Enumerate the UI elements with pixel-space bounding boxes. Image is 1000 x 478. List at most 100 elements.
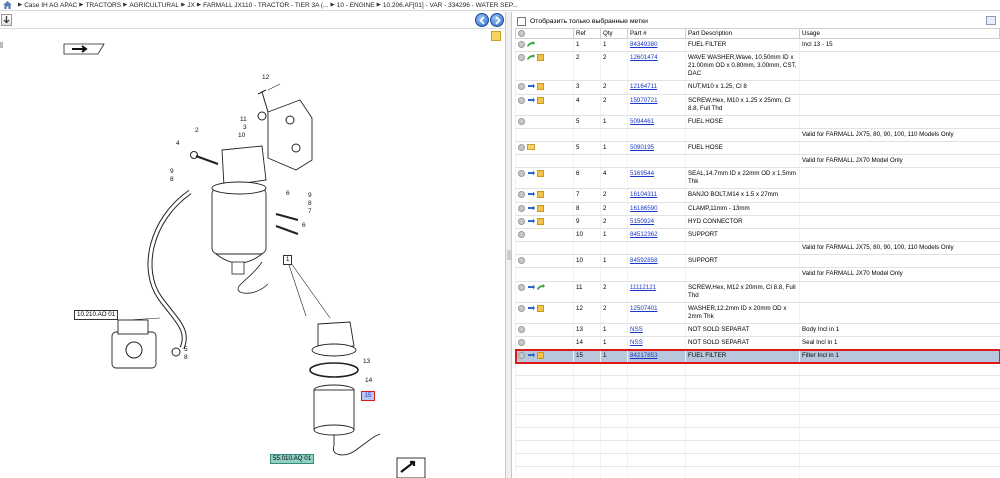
diagram-label[interactable]: 4 bbox=[176, 140, 180, 147]
info-icon[interactable] bbox=[518, 283, 525, 291]
table-row[interactable]: 1 1 84349380 FUEL FILTER Incl 13 - 15 bbox=[515, 38, 1000, 53]
table-row[interactable]: 5 1 5094461 FUEL HOSE bbox=[515, 115, 1000, 129]
home-icon[interactable] bbox=[3, 1, 12, 9]
info-icon[interactable] bbox=[518, 338, 525, 346]
arrow-blue-icon[interactable] bbox=[527, 83, 535, 90]
next-diagram-button[interactable] bbox=[490, 13, 504, 27]
table-row[interactable]: 2 2 12601474 WAVE WASHER,Wave, 10.50mm ID x… bbox=[515, 51, 1000, 82]
table-row[interactable]: 10 1 84592858 SUPPORT bbox=[515, 254, 1000, 269]
breadcrumb-item[interactable]: AGRICULTURAL bbox=[129, 2, 179, 9]
arrow-green-icon[interactable] bbox=[527, 41, 535, 48]
folder-icon[interactable] bbox=[527, 144, 535, 151]
info-icon[interactable] bbox=[518, 83, 525, 91]
arrow-blue-icon[interactable] bbox=[527, 218, 535, 225]
diagram-label[interactable]: 8 bbox=[170, 176, 174, 183]
table-row[interactable]: 15 1 84217853 FUEL FILTER Filter Incl in 1 bbox=[514, 348, 1000, 364]
info-icon[interactable] bbox=[518, 352, 525, 360]
part-number-link[interactable]: 5150924 bbox=[630, 218, 654, 225]
package-icon[interactable] bbox=[537, 304, 544, 312]
diagram-label[interactable]: 2 bbox=[195, 127, 199, 134]
selected-callout-15[interactable]: 15 bbox=[361, 391, 375, 401]
column-header-usage[interactable]: Usage bbox=[799, 28, 1000, 39]
info-icon[interactable] bbox=[518, 143, 525, 151]
arrow-blue-icon[interactable] bbox=[527, 284, 535, 291]
diagram-label[interactable]: 7 bbox=[308, 208, 312, 215]
arrow-blue-icon[interactable] bbox=[527, 305, 535, 312]
info-icon[interactable] bbox=[518, 217, 525, 225]
collapse-arrow-icon[interactable] bbox=[507, 250, 511, 260]
column-header-part[interactable]: Part # bbox=[627, 28, 686, 39]
arrow-blue-icon[interactable] bbox=[527, 97, 535, 104]
info-icon[interactable] bbox=[518, 117, 525, 125]
table-row[interactable]: 6 4 5169544 SEAL,14.7mm ID x 22mm OD x 1.5m… bbox=[515, 167, 1000, 190]
part-number-link[interactable]: 16104311 bbox=[630, 191, 657, 198]
info-icon[interactable] bbox=[518, 170, 525, 178]
table-row[interactable]: 13 1 NSS NOT SOLD SEPARAT Body Incl in 1 bbox=[515, 323, 1000, 337]
arrow-blue-icon[interactable] bbox=[527, 352, 535, 359]
table-row[interactable]: 11 2 11112121 SCREW,Hex, M12 x 20mm, Cl 8.8… bbox=[515, 281, 1000, 303]
info-icon[interactable] bbox=[518, 204, 525, 212]
arrow-green-icon[interactable] bbox=[537, 283, 545, 291]
part-number-link[interactable]: 84217853 bbox=[630, 352, 658, 359]
part-number-link[interactable]: 5090195 bbox=[630, 144, 654, 151]
package-icon[interactable] bbox=[537, 191, 544, 199]
breadcrumb-item[interactable]: 10.206.AF[01] - VAR - 334296 - WATER SEP… bbox=[383, 2, 518, 9]
part-number-link[interactable]: 12164711 bbox=[630, 83, 657, 90]
diagram-label[interactable]: 6 bbox=[302, 222, 306, 229]
arrow-blue-icon[interactable] bbox=[527, 170, 535, 177]
info-icon[interactable] bbox=[518, 41, 525, 48]
part-number-link[interactable]: 84349380 bbox=[630, 41, 658, 48]
table-row[interactable]: 10 1 84512362 SUPPORT bbox=[515, 228, 1000, 243]
diagram-label[interactable]: 5 bbox=[184, 346, 188, 353]
table-row[interactable]: 12 2 12507401 WASHER,12.2mm ID x 20mm OD x … bbox=[515, 302, 1000, 324]
diagram-label[interactable]: 11 bbox=[240, 116, 247, 123]
package-icon[interactable] bbox=[537, 204, 544, 212]
diagram-label[interactable]: 14 bbox=[365, 377, 372, 384]
panel-splitter[interactable] bbox=[506, 12, 512, 478]
arrow-green-icon[interactable] bbox=[527, 54, 535, 61]
diagram-label[interactable]: 10 bbox=[238, 132, 245, 139]
column-header-description[interactable]: Part Description bbox=[685, 28, 800, 39]
diagram-label[interactable]: 8 bbox=[308, 200, 312, 207]
reference-link-10210[interactable]: 10.210.AO 01 bbox=[74, 310, 119, 320]
column-header-qty[interactable]: Qty bbox=[600, 28, 628, 39]
breadcrumb-item[interactable]: TRACTORS bbox=[85, 2, 121, 9]
table-row[interactable]: 4 2 15970721 SCREW,Hex, M10 x 1.25 x 25mm, … bbox=[515, 94, 1000, 116]
table-row[interactable]: 5 1 5090195 FUEL HOSE bbox=[515, 141, 1000, 156]
package-icon[interactable] bbox=[537, 170, 544, 178]
part-number-link[interactable]: 12601474 bbox=[630, 54, 658, 61]
callout-box-1[interactable]: 1 bbox=[283, 255, 293, 265]
package-icon[interactable] bbox=[537, 83, 544, 91]
breadcrumb-item[interactable]: 10 - ENGINE bbox=[337, 2, 375, 9]
part-number-link[interactable]: 12507401 bbox=[630, 305, 658, 312]
breadcrumb-item[interactable]: Case IH AG APAC bbox=[24, 2, 77, 9]
table-row[interactable]: 9 2 5150924 HYD CONNECTOR bbox=[515, 215, 1000, 229]
show-selected-only-checkbox[interactable] bbox=[517, 16, 526, 26]
part-number-link[interactable]: 11112121 bbox=[630, 284, 656, 291]
part-number-link[interactable]: 84592858 bbox=[630, 257, 658, 264]
package-icon[interactable] bbox=[537, 96, 544, 104]
table-row[interactable]: 7 2 16104311 BANJO BOLT,M14 x 1.5 x 27mm bbox=[515, 188, 1000, 203]
diagram-label[interactable]: 12 bbox=[262, 74, 269, 81]
reference-link-55010[interactable]: 55.010.AQ 01 bbox=[270, 454, 315, 464]
info-icon[interactable] bbox=[518, 325, 525, 333]
info-icon[interactable] bbox=[518, 230, 525, 238]
arrow-blue-icon[interactable] bbox=[527, 205, 535, 212]
diagram-label[interactable]: 3 bbox=[243, 124, 247, 131]
part-number-link[interactable]: 16186590 bbox=[630, 205, 658, 212]
package-icon[interactable] bbox=[537, 217, 544, 225]
package-icon[interactable] bbox=[537, 54, 544, 62]
info-icon[interactable] bbox=[518, 257, 525, 265]
table-row[interactable]: 14 1 NSS NOT SOLD SEPARAT Seal Incl in 1 bbox=[515, 336, 1000, 351]
diagram-label[interactable]: 6 bbox=[286, 190, 290, 197]
download-button[interactable] bbox=[1, 14, 12, 26]
part-number-link[interactable]: 15970721 bbox=[630, 97, 658, 104]
package-icon[interactable] bbox=[537, 352, 544, 360]
diagram-label[interactable]: 9 bbox=[308, 192, 312, 199]
part-number-link[interactable]: 84512362 bbox=[630, 231, 658, 238]
breadcrumb-item[interactable]: JX bbox=[187, 2, 195, 9]
export-icon[interactable] bbox=[986, 16, 996, 25]
info-icon[interactable] bbox=[518, 304, 525, 312]
info-icon[interactable] bbox=[518, 96, 525, 104]
info-icon[interactable] bbox=[518, 54, 525, 62]
